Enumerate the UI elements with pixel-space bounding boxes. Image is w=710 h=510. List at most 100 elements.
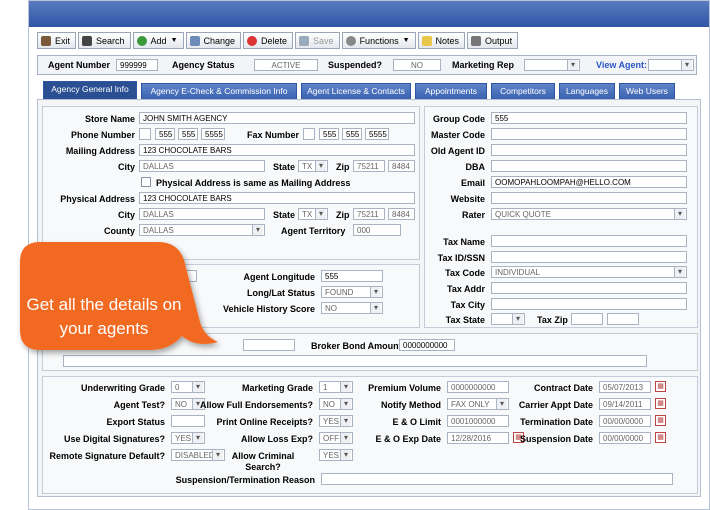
save-button[interactable]: Save bbox=[295, 32, 340, 49]
tab-competitors[interactable]: Competitors bbox=[491, 83, 555, 99]
phone-prefix-field[interactable]: 555 bbox=[178, 128, 198, 140]
mkt-grade-select[interactable]: 1 bbox=[319, 381, 353, 393]
loss-exp-select[interactable]: OFF bbox=[319, 432, 353, 444]
calendar-icon[interactable]: ▦ bbox=[655, 432, 666, 443]
print-receipts-label: Print Online Receipts? bbox=[216, 417, 313, 427]
website-field[interactable] bbox=[491, 192, 687, 204]
agent-number-field[interactable]: 999999 bbox=[116, 59, 158, 71]
calendar-icon[interactable]: ▦ bbox=[655, 381, 666, 392]
notify-method-select[interactable]: FAX ONLY bbox=[447, 398, 509, 410]
broker-field-left[interactable] bbox=[243, 339, 295, 351]
dba-field[interactable] bbox=[491, 160, 687, 172]
calendar-icon[interactable]: ▦ bbox=[655, 415, 666, 426]
city-field[interactable]: DALLAS bbox=[139, 160, 265, 172]
old-agent-id-field[interactable] bbox=[491, 144, 687, 156]
floppy-icon bbox=[299, 35, 310, 46]
group-code-label: Group Code bbox=[433, 114, 485, 124]
digital-sig-select[interactable]: YES bbox=[171, 432, 205, 444]
mailing-address-field[interactable]: 123 CHOCOLATE BARS bbox=[139, 144, 415, 156]
functions-button[interactable]: Functions ▼ bbox=[341, 32, 416, 49]
same-as-mailing-checkbox[interactable] bbox=[141, 177, 151, 187]
print-receipts-select[interactable]: YES bbox=[319, 415, 353, 427]
add-button[interactable]: Add ▼ bbox=[132, 32, 184, 49]
tab-agency-general-info[interactable]: Agency General Info bbox=[43, 81, 137, 99]
latlong-status-select[interactable]: FOUND bbox=[321, 286, 383, 298]
state2-label: State bbox=[273, 210, 296, 220]
county-select[interactable]: DALLAS bbox=[139, 224, 265, 236]
full-endorse-label: Allow Full Endorsements? bbox=[199, 400, 313, 410]
phone-area-field[interactable]: 555 bbox=[155, 128, 175, 140]
tax-code-select[interactable]: INDIVIDUAL bbox=[491, 266, 687, 278]
premium-field[interactable]: 0000000000 bbox=[447, 381, 509, 393]
tab-web-users[interactable]: Web Users bbox=[619, 83, 675, 99]
tax-addr-field[interactable] bbox=[491, 282, 687, 294]
tax-city-field[interactable] bbox=[491, 298, 687, 310]
vehicle-history-select[interactable]: NO bbox=[321, 302, 383, 314]
delete-button[interactable]: Delete bbox=[243, 32, 294, 49]
tax-state-select[interactable] bbox=[491, 313, 525, 325]
suspension-date-field[interactable]: 00/00/0000 bbox=[599, 432, 651, 444]
printer-icon bbox=[471, 35, 482, 46]
tab-appointments[interactable]: Appointments bbox=[415, 83, 487, 99]
email-field[interactable]: OOMOPAHLOOMPAH@HELLO.COM bbox=[491, 176, 687, 188]
rater-label: Rater bbox=[461, 210, 485, 220]
eo-limit-label: E & O Limit bbox=[392, 417, 441, 427]
tab-license-contacts[interactable]: Agent License & Contacts bbox=[301, 83, 411, 99]
territory-field[interactable]: 000 bbox=[353, 224, 401, 236]
callout-bubble: Get all the details on your agents bbox=[0, 238, 222, 362]
zip4-field[interactable]: 8484 bbox=[388, 160, 415, 172]
physical-zip4-field[interactable]: 8484 bbox=[388, 208, 415, 220]
carrier-appt-field[interactable]: 09/14/2011 bbox=[599, 398, 651, 410]
fax-line-field[interactable]: 5555 bbox=[365, 128, 389, 140]
physical-address-field[interactable]: 123 CHOCOLATE BARS bbox=[139, 192, 415, 204]
address-section: Store Name JOHN SMITH AGENCY Phone Numbe… bbox=[42, 106, 420, 260]
susp-reason-field[interactable] bbox=[321, 473, 673, 485]
calendar-icon[interactable]: ▦ bbox=[655, 398, 666, 409]
zip-field[interactable]: 75211 bbox=[353, 160, 385, 172]
gear-icon bbox=[345, 35, 356, 46]
tab-languages[interactable]: Languages bbox=[559, 83, 615, 99]
exit-button[interactable]: Exit bbox=[37, 32, 77, 49]
output-button[interactable]: Output bbox=[467, 32, 519, 49]
wrench-icon bbox=[189, 35, 200, 46]
suspended-field[interactable]: NO bbox=[393, 59, 441, 71]
city-label: City bbox=[117, 162, 135, 172]
contract-date-field[interactable]: 05/07/2013 bbox=[599, 381, 651, 393]
marketing-rep-select[interactable] bbox=[524, 59, 580, 71]
export-status-field[interactable] bbox=[171, 415, 205, 427]
search-button[interactable]: Search bbox=[78, 32, 131, 49]
agent-status-field[interactable]: ACTIVE bbox=[254, 59, 318, 71]
tax-zip-field[interactable] bbox=[571, 313, 603, 325]
view-agent-select[interactable] bbox=[648, 59, 694, 71]
tax-zip4-field[interactable] bbox=[607, 313, 639, 325]
full-endorse-select[interactable]: NO bbox=[319, 398, 353, 410]
eo-exp-field[interactable]: 12/28/2016 bbox=[447, 432, 509, 444]
tax-id-field[interactable] bbox=[491, 251, 687, 263]
tax-state-label: Tax State bbox=[445, 315, 485, 325]
eo-limit-field[interactable]: 0001000000 bbox=[447, 415, 509, 427]
store-name-field[interactable]: JOHN SMITH AGENCY bbox=[139, 112, 415, 124]
tab-echeck-commission[interactable]: Agency E-Check & Commission Info bbox=[141, 83, 297, 99]
notes-button[interactable]: Notes bbox=[417, 32, 466, 49]
change-button[interactable]: Change bbox=[185, 32, 242, 49]
criminal-search-select[interactable]: YES bbox=[319, 449, 353, 461]
phone-line-field[interactable]: 5555 bbox=[201, 128, 225, 140]
state-select[interactable]: TX bbox=[298, 160, 328, 172]
plus-icon bbox=[136, 35, 147, 46]
fax-country-field[interactable] bbox=[303, 128, 315, 140]
physical-zip-field[interactable]: 75211 bbox=[353, 208, 385, 220]
tax-name-field[interactable] bbox=[491, 235, 687, 247]
agent-status-label: Agency Status bbox=[172, 60, 235, 70]
uw-grade-select[interactable]: 0 bbox=[171, 381, 205, 393]
master-code-field[interactable] bbox=[491, 128, 687, 140]
phone-country-field[interactable] bbox=[139, 128, 151, 140]
fax-area-field[interactable]: 555 bbox=[319, 128, 339, 140]
group-code-field[interactable]: 555 bbox=[491, 112, 687, 124]
physical-state-select[interactable]: TX bbox=[298, 208, 328, 220]
termination-date-field[interactable]: 00/00/0000 bbox=[599, 415, 651, 427]
broker-bond-field[interactable]: 0000000000 bbox=[399, 339, 455, 351]
rater-select[interactable]: QUICK QUOTE bbox=[491, 208, 687, 220]
longitude-field[interactable]: 555 bbox=[321, 270, 383, 282]
physical-city-field[interactable]: DALLAS bbox=[139, 208, 265, 220]
fax-prefix-field[interactable]: 555 bbox=[342, 128, 362, 140]
